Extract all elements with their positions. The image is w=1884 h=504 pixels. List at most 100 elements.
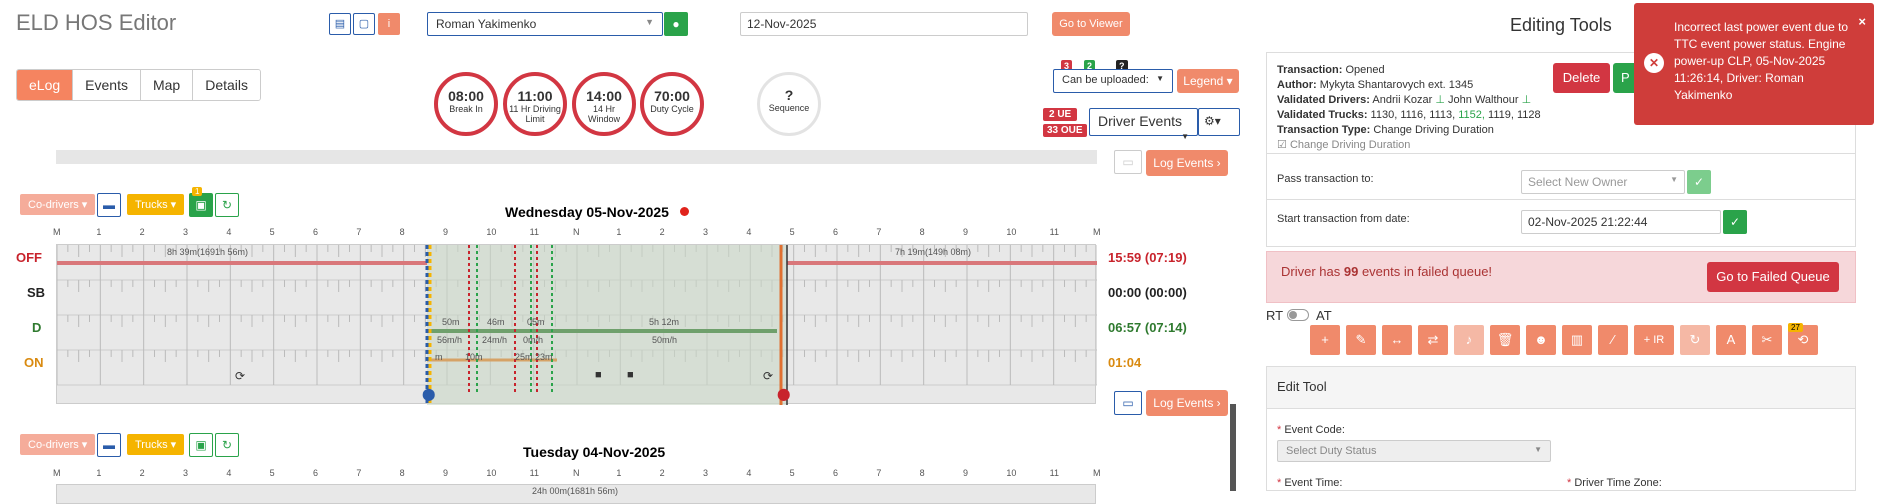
add-icon[interactable]: + (1310, 325, 1340, 355)
rt-label: RT (1266, 308, 1284, 323)
row-label-on: ON (24, 355, 44, 370)
d-total: 06:57 (07:14) (1108, 320, 1187, 335)
delete-button[interactable]: Delete (1553, 63, 1610, 93)
hour-label: 11 (529, 468, 539, 478)
hour-label: 2 (139, 227, 145, 237)
hour-label: 11 (1049, 227, 1059, 237)
eld-device-icon[interactable]: ▣ (189, 433, 213, 457)
change-driving-checkbox[interactable]: ☑ Change Driving Duration (1277, 138, 1845, 153)
codrivers-button[interactable]: Co-drivers ▾ (20, 434, 96, 455)
hour-label: N (573, 468, 580, 478)
pin-icon: ⊥ (1521, 94, 1532, 106)
start-date-field[interactable]: 02-Nov-2025 21:22:44 (1521, 210, 1721, 234)
pencil-icon[interactable]: ✎ (1346, 325, 1376, 355)
refresh-icon[interactable]: ↻ (215, 193, 239, 217)
truck-icon[interactable]: ▬ (97, 193, 121, 217)
oue-badge: 33 OUE (1043, 124, 1087, 137)
confirm-start-button[interactable]: ✓ (1723, 210, 1747, 234)
scrollbar[interactable] (1230, 404, 1236, 491)
editing-tools-title: Editing Tools (1510, 15, 1612, 35)
hour-label: 4 (746, 227, 752, 237)
log-events-button[interactable]: Log Events › (1146, 390, 1228, 416)
hour-label: 9 (963, 227, 969, 237)
location-pin-icon[interactable]: ⬤ (422, 387, 435, 401)
bell-icon[interactable]: ♪ (1454, 325, 1484, 355)
hour-label: 4 (746, 468, 752, 478)
upload-select[interactable]: Can be uploaded: ▼ (1053, 69, 1173, 93)
comment-icon[interactable]: ▭ (1114, 391, 1142, 415)
comment-icon[interactable]: ▭ (1114, 150, 1142, 174)
trash-icon[interactable]: 🗑 (1490, 325, 1520, 355)
duty-status-placeholder: Select Duty Status (1286, 445, 1377, 457)
tab-details[interactable]: Details (193, 70, 260, 100)
date-field[interactable]: 12-Nov-2025 (740, 12, 1028, 36)
row-label-d: D (32, 320, 42, 335)
driver-events-value: Driver Events (1098, 113, 1183, 129)
hour-label: 1 (96, 468, 102, 478)
clock-label: Duty Cycle (650, 104, 694, 114)
settings-dropdown[interactable]: ⚙▾ (1198, 108, 1240, 136)
hour-label: 4 (226, 468, 232, 478)
refresh-icon[interactable]: ↻ (1680, 325, 1710, 355)
failed-count: 99 (1343, 264, 1359, 279)
magic-icon[interactable]: ⁄ (1598, 325, 1628, 355)
alert-text: events in failed queue! (1358, 264, 1493, 279)
confirm-owner-button[interactable]: ✓ (1687, 170, 1711, 194)
error-toast: ✕ × Incorrect last power event due to TT… (1634, 3, 1874, 125)
add-ir-icon[interactable]: + IR (1634, 325, 1674, 355)
cycle-icon: ⟳ (763, 369, 774, 383)
go-to-viewer-button[interactable]: Go to Viewer (1052, 12, 1130, 36)
refresh-icon[interactable]: ↻ (215, 433, 239, 457)
text-icon[interactable]: A (1716, 325, 1746, 355)
driver-events-select[interactable]: Driver Events ▼ (1089, 108, 1198, 141)
camera-icon: ■ (595, 369, 602, 381)
swap-icon[interactable]: ⇄ (1418, 325, 1448, 355)
truck-icon[interactable]: ▬ (97, 433, 121, 457)
drive-duration: 05m (527, 317, 545, 327)
driver-select[interactable]: Roman Yakimenko ▼ (427, 12, 663, 36)
scissors-icon[interactable]: ✂ (1752, 325, 1782, 355)
user-icon[interactable]: ● (664, 12, 688, 36)
eld-device-icon[interactable]: ▣ (189, 193, 213, 217)
value: Andrii Kozar (1372, 94, 1433, 106)
codrivers-button[interactable]: Co-drivers ▾ (20, 194, 96, 215)
edit-toolbar: + ✎ ↔ ⇄ ♪ 🗑 ☻ ▥ ⁄ + IR ↻ A ✂ ⟲ (1310, 325, 1818, 355)
hour-label: 11 (529, 227, 539, 237)
on-duration: 23m (535, 352, 553, 362)
note-icon[interactable]: ▢ (353, 13, 375, 35)
edit-tool-panel: Edit Tool * Event Code: Select Duty Stat… (1266, 366, 1856, 491)
columns-icon[interactable]: ▥ (1562, 325, 1592, 355)
hour-label: 8 (919, 468, 925, 478)
new-owner-select[interactable]: Select New Owner ▼ (1521, 170, 1685, 194)
drive-duration: 5h 12m (649, 317, 680, 327)
duty-status-select[interactable]: Select Duty Status ▼ (1277, 440, 1551, 462)
users-icon[interactable]: ☻ (1526, 325, 1556, 355)
trucks-button[interactable]: Trucks ▾ (127, 194, 185, 215)
day-title: Tuesday 04-Nov-2025 (523, 444, 666, 460)
location-pin-icon[interactable]: ⬤ (777, 387, 790, 401)
tab-elog[interactable]: eLog (17, 70, 74, 100)
log-events-button[interactable]: Log Events › (1146, 150, 1228, 176)
resize-icon[interactable]: ↔ (1382, 325, 1412, 355)
hour-label: 6 (833, 227, 839, 237)
log-grid-svg (57, 245, 1097, 405)
clock-label: Sequence (768, 103, 810, 113)
transaction-type: Transaction Type: Change Driving Duratio… (1277, 123, 1845, 138)
log-grid: 8h 39m(1691h 56m) 7h 19m(149h 08m) 50m 4… (56, 244, 1097, 405)
view-tabs: eLog Events Map Details (16, 69, 261, 101)
speed-label: 24m/h (482, 335, 508, 345)
go-to-failed-queue-button[interactable]: Go to Failed Queue (1707, 262, 1839, 292)
hour-label: 10 (1006, 227, 1017, 237)
hour-label: 10 (486, 468, 497, 478)
hour-label: 1 (96, 227, 102, 237)
value: Opened (1345, 64, 1385, 76)
rt-at-toggle[interactable] (1287, 309, 1309, 321)
tab-events[interactable]: Events (73, 70, 141, 100)
close-icon[interactable]: × (1858, 13, 1866, 30)
legend-button[interactable]: Legend ▾ (1177, 69, 1239, 93)
trucks-button[interactable]: Trucks ▾ (127, 434, 185, 455)
info-icon[interactable]: i (378, 13, 400, 35)
start-date-label: Start transaction from date: (1277, 213, 1410, 225)
tab-map[interactable]: Map (140, 70, 194, 100)
document-icon[interactable]: ▤ (329, 13, 351, 35)
